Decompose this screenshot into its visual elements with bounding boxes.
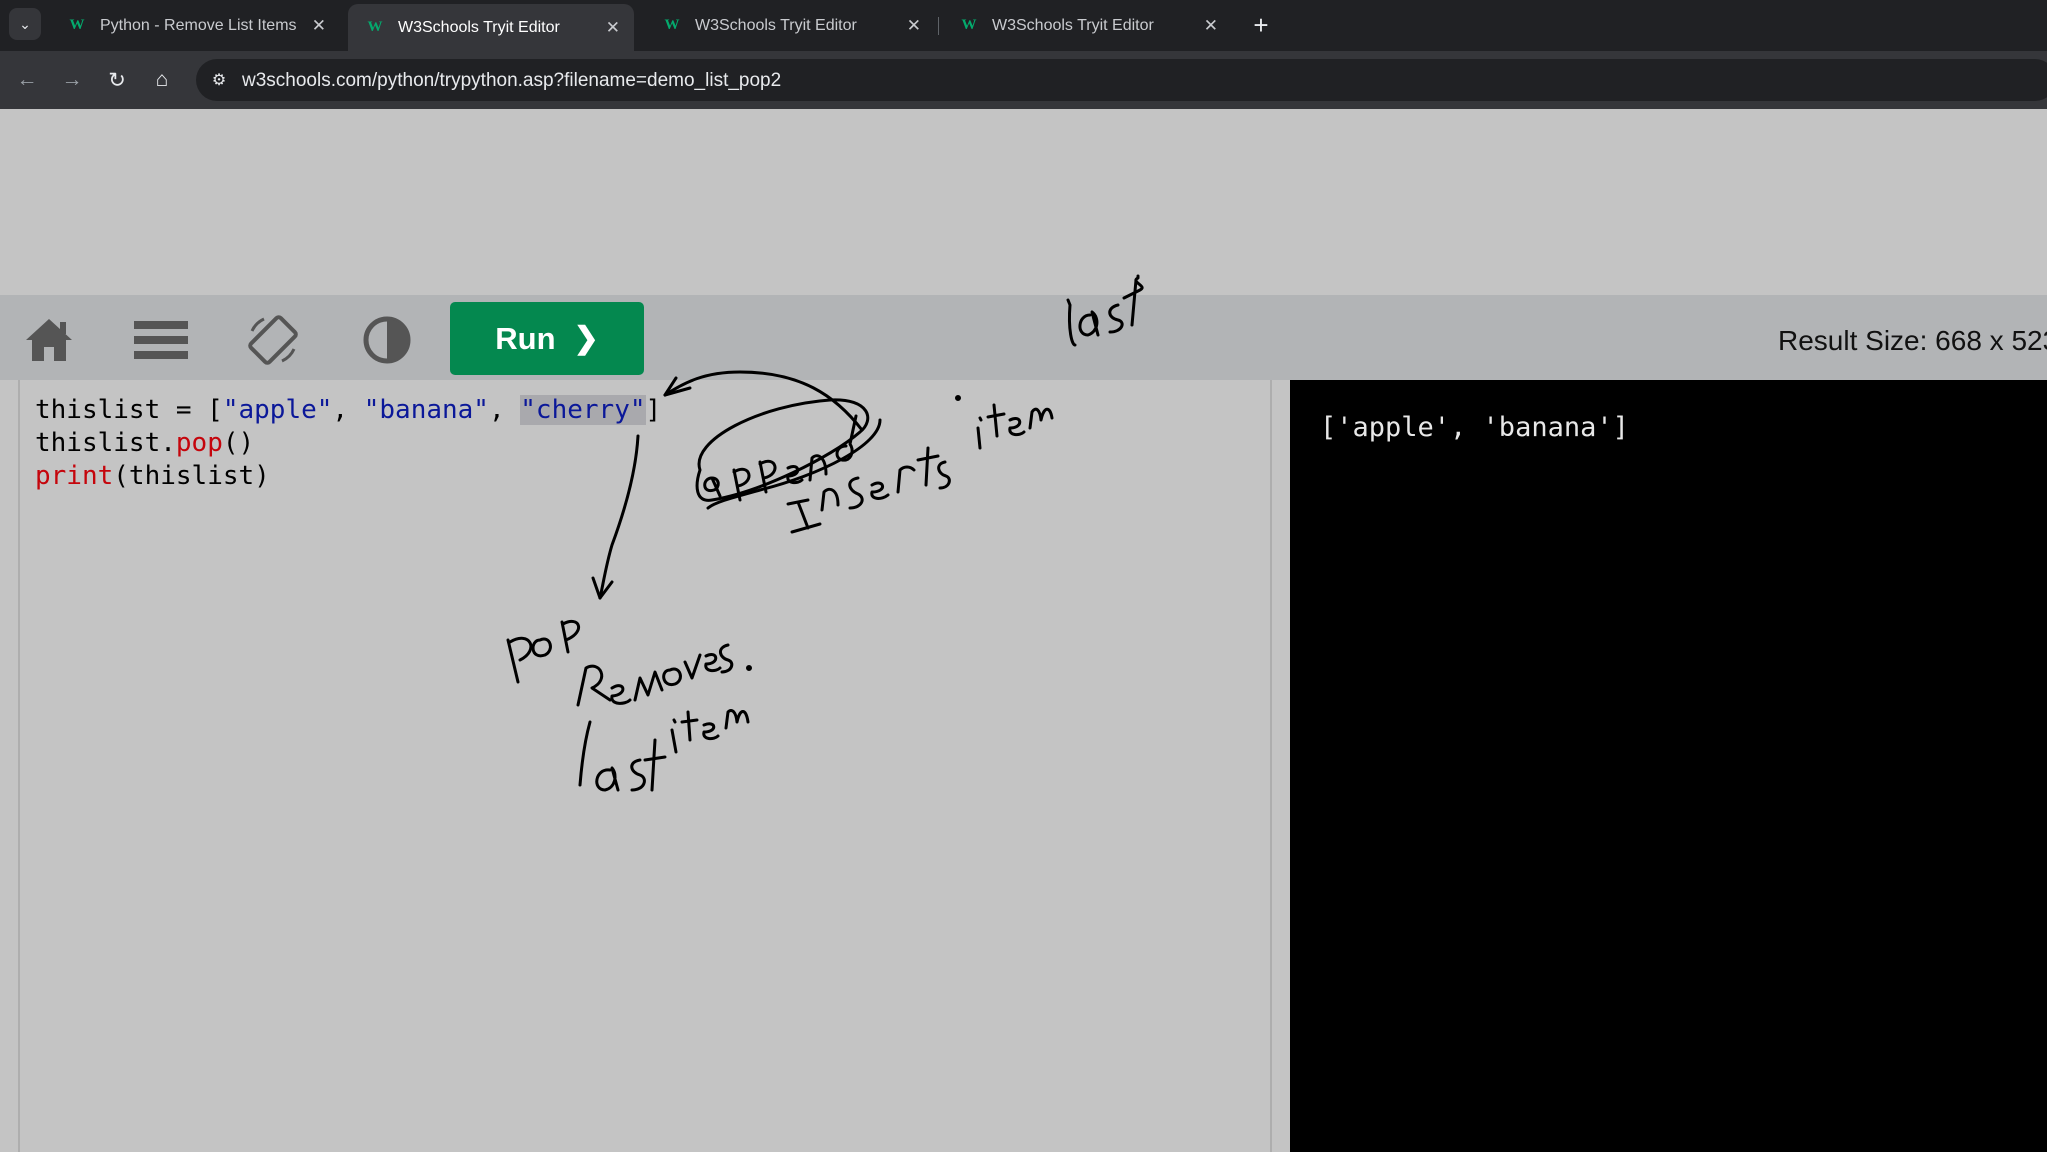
tab-title: W3Schools Tryit Editor bbox=[695, 16, 857, 34]
home-icon[interactable]: ⌂ bbox=[147, 65, 177, 95]
tab-strip: ⌄ W Python - Remove List Items ✕ W W3Sch… bbox=[0, 0, 2047, 51]
tab-tryit-editor-2[interactable]: W W3Schools Tryit Editor ✕ bbox=[645, 0, 935, 51]
code-string-selected: "cherry" bbox=[520, 395, 646, 425]
reload-icon[interactable]: ↻ bbox=[102, 65, 132, 95]
code-text[interactable]: thislist = ["apple", "banana", "cherry"]… bbox=[35, 394, 661, 493]
code-function: pop bbox=[175, 428, 223, 458]
code-function: print bbox=[35, 461, 114, 491]
browser-toolbar: ← → ↻ ⌂ ⚙ w3schools.com/python/trypython… bbox=[0, 51, 2047, 109]
url-text[interactable]: w3schools.com/python/trypython.asp?filen… bbox=[242, 70, 781, 92]
tab-title: W3Schools Tryit Editor bbox=[992, 16, 1154, 34]
run-button[interactable]: Run ❯ bbox=[450, 302, 644, 375]
close-icon[interactable]: ✕ bbox=[907, 16, 921, 36]
close-icon[interactable]: ✕ bbox=[312, 16, 326, 36]
menu-icon[interactable] bbox=[134, 313, 188, 367]
site-settings-icon[interactable]: ⚙ bbox=[206, 67, 232, 93]
code-token: thislist = [ bbox=[35, 395, 223, 425]
code-token: thislist. bbox=[35, 428, 176, 458]
contrast-icon[interactable] bbox=[360, 313, 414, 367]
w3schools-icon: W bbox=[69, 17, 85, 33]
code-token: (thislist) bbox=[113, 461, 270, 491]
tab-separator bbox=[938, 17, 939, 35]
tab-tryit-editor-3[interactable]: W W3Schools Tryit Editor ✕ bbox=[942, 0, 1232, 51]
code-token: ] bbox=[645, 395, 662, 425]
panel-divider[interactable] bbox=[1272, 380, 1290, 1152]
rotate-layout-icon[interactable] bbox=[246, 313, 300, 367]
back-arrow-icon[interactable]: ← bbox=[12, 65, 42, 95]
tab-search-chevron-icon[interactable]: ⌄ bbox=[9, 8, 41, 40]
code-token: , bbox=[488, 395, 521, 425]
tab-python-remove-list-items[interactable]: W Python - Remove List Items ✕ bbox=[50, 0, 340, 51]
code-line-2: thislist.pop() bbox=[35, 427, 661, 460]
w3schools-icon: W bbox=[664, 17, 680, 33]
tab-tryit-editor-active[interactable]: W W3Schools Tryit Editor ✕ bbox=[348, 4, 634, 51]
code-line-1: thislist = ["apple", "banana", "cherry"] bbox=[35, 394, 661, 427]
w3schools-icon: W bbox=[367, 19, 383, 35]
close-icon[interactable]: ✕ bbox=[606, 18, 620, 38]
code-token: , bbox=[332, 395, 364, 425]
code-string: "banana" bbox=[363, 395, 489, 425]
ad-placeholder bbox=[0, 109, 2047, 295]
code-editor[interactable]: thislist = ["apple", "banana", "cherry"]… bbox=[18, 380, 1272, 1152]
new-tab-button[interactable]: + bbox=[1246, 10, 1276, 40]
result-panel: ['apple', 'banana'] bbox=[1290, 380, 2047, 1152]
run-label: Run bbox=[495, 320, 556, 356]
chevron-right-icon: ❯ bbox=[573, 322, 599, 355]
editor-toolbar bbox=[0, 295, 2047, 380]
address-bar[interactable]: ⚙ w3schools.com/python/trypython.asp?fil… bbox=[196, 59, 2047, 101]
result-size-label: Result Size: 668 x 523 bbox=[1778, 325, 2047, 356]
tab-title: W3Schools Tryit Editor bbox=[398, 18, 560, 36]
code-line-3: print(thislist) bbox=[35, 460, 661, 493]
close-icon[interactable]: ✕ bbox=[1204, 16, 1218, 36]
tab-title: Python - Remove List Items bbox=[100, 16, 297, 34]
forward-arrow-icon[interactable]: → bbox=[57, 65, 87, 95]
code-string: "apple" bbox=[222, 395, 333, 425]
code-token: () bbox=[222, 428, 255, 458]
home-icon[interactable] bbox=[22, 313, 76, 367]
w3schools-icon: W bbox=[961, 17, 977, 33]
result-output: ['apple', 'banana'] bbox=[1320, 412, 1629, 443]
